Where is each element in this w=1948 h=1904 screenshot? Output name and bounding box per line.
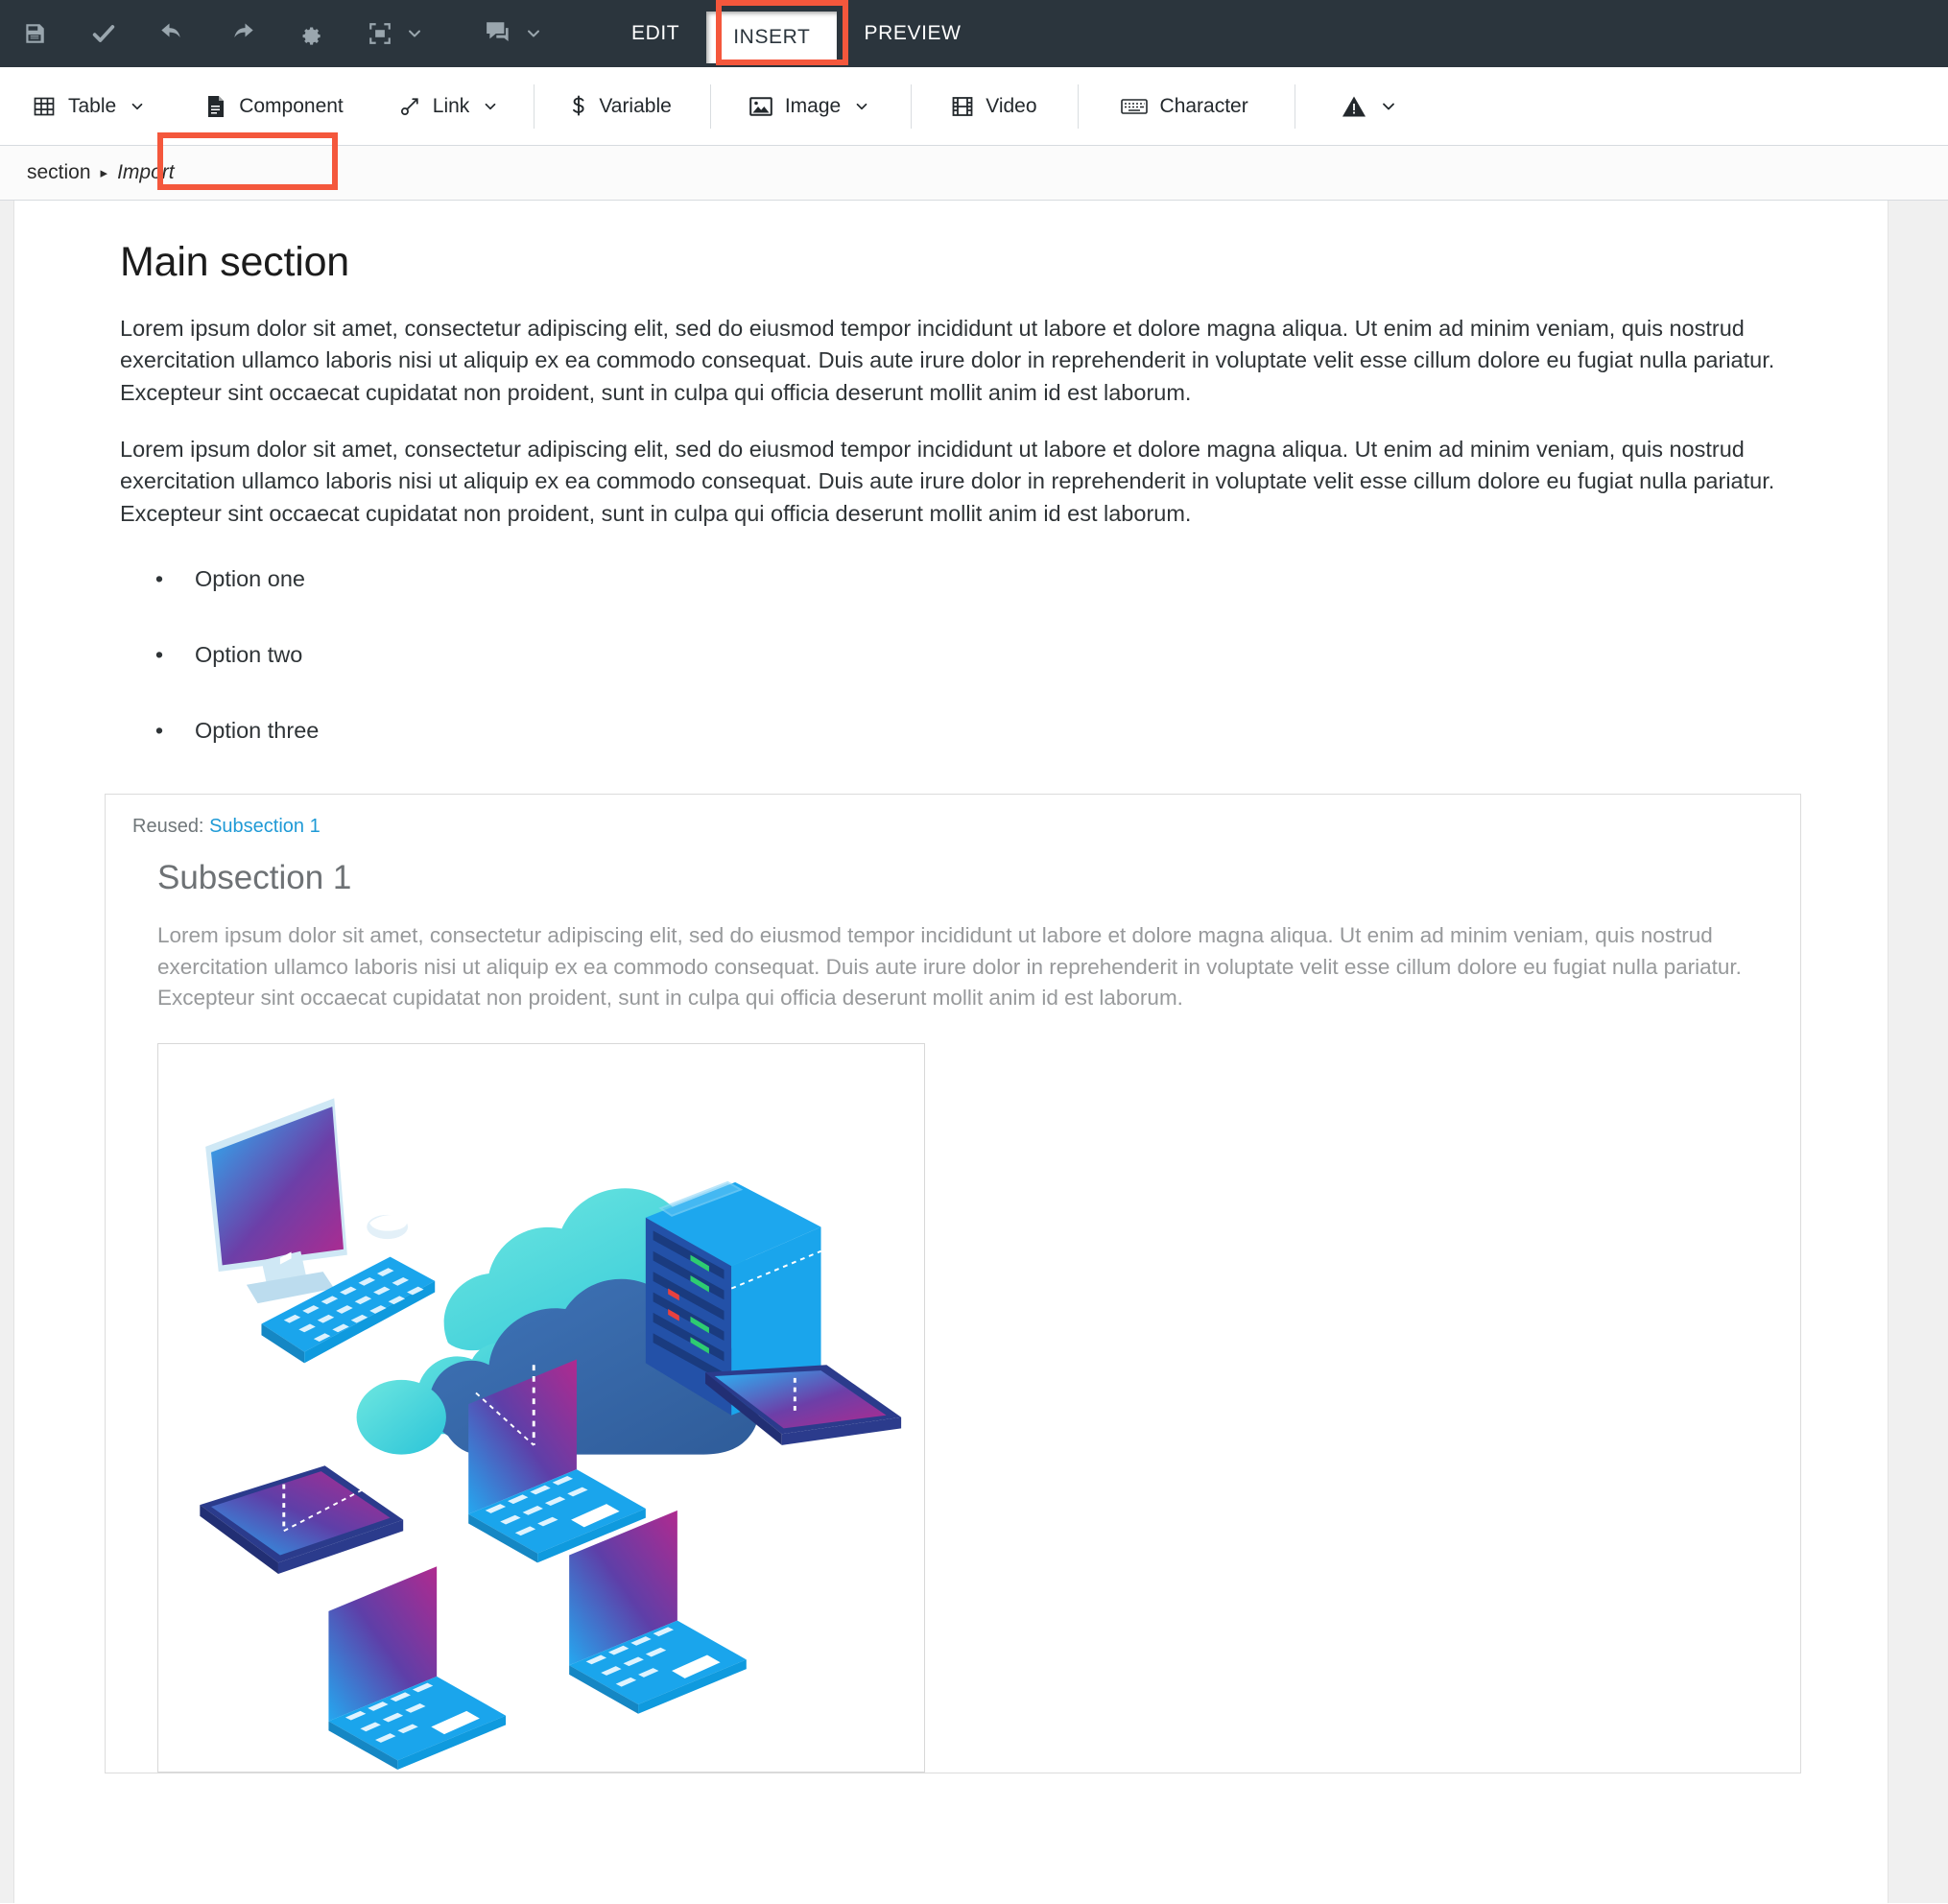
toolbar-divider bbox=[534, 83, 535, 129]
link-icon bbox=[399, 96, 420, 117]
breadcrumb-current: Import bbox=[117, 161, 175, 183]
insert-video-button[interactable]: Video bbox=[952, 67, 1037, 146]
chevron-down-icon bbox=[129, 98, 146, 115]
toolbar-divider bbox=[709, 83, 711, 129]
insert-image-label: Image bbox=[784, 94, 842, 117]
image-icon bbox=[749, 96, 772, 117]
insert-table-label: Table bbox=[68, 94, 117, 117]
bullet-glyph: • bbox=[154, 642, 164, 668]
top-toolbar: EDIT INSERT PREVIEW bbox=[0, 0, 1948, 67]
list-item: • Option two bbox=[120, 642, 1795, 668]
save-icon[interactable] bbox=[0, 0, 69, 67]
insert-toolbar: Table Component Link Variable Image Vide… bbox=[0, 67, 1948, 190]
list-item-label: Option two bbox=[195, 642, 303, 668]
subsection-paragraph: Lorem ipsum dolor sit amet, consectetur … bbox=[157, 923, 1742, 1011]
fullscreen-button[interactable] bbox=[345, 0, 430, 67]
chevron-down-icon bbox=[482, 98, 499, 115]
toolbar-divider bbox=[1077, 83, 1079, 129]
list-item-label: Option three bbox=[195, 718, 320, 744]
bullet-glyph: • bbox=[154, 718, 164, 744]
reused-prefix: Reused: bbox=[132, 816, 204, 838]
document-canvas[interactable]: Main section Lorem ipsum dolor sit amet,… bbox=[13, 201, 1889, 1903]
mouse bbox=[367, 1214, 409, 1240]
paragraph-2: Lorem ipsum dolor sit amet, consectetur … bbox=[120, 437, 1775, 526]
reused-component-link[interactable]: Subsection 1 bbox=[209, 816, 321, 837]
insert-component-label: Component bbox=[239, 94, 344, 117]
gear-icon[interactable] bbox=[276, 0, 345, 67]
list-item-label: Option one bbox=[195, 566, 305, 592]
insert-variable-button[interactable]: Variable bbox=[571, 67, 672, 146]
insert-image-button[interactable]: Image bbox=[749, 67, 870, 146]
redo-icon[interactable] bbox=[207, 0, 276, 67]
toolbar-divider bbox=[911, 83, 913, 129]
page-title: Main section bbox=[120, 239, 349, 285]
insert-video-label: Video bbox=[986, 94, 1037, 117]
subsection-title: Subsection 1 bbox=[157, 859, 352, 897]
insert-link-label: Link bbox=[432, 94, 470, 117]
tab-preview[interactable]: PREVIEW bbox=[837, 0, 987, 67]
undo-icon[interactable] bbox=[138, 0, 207, 67]
reused-label: Reused: Subsection 1 bbox=[132, 816, 1773, 838]
chevron-down-icon bbox=[405, 24, 424, 43]
chevron-down-icon bbox=[524, 24, 543, 43]
tab-insert[interactable]: INSERT bbox=[706, 12, 838, 63]
list-item: • Option one bbox=[120, 566, 1795, 592]
tab-edit[interactable]: EDIT bbox=[605, 0, 706, 67]
reused-component-card[interactable]: Reused: Subsection 1 Subsection 1 Lorem … bbox=[105, 794, 1801, 1774]
breadcrumb-root[interactable]: section bbox=[27, 161, 91, 184]
breadcrumb: section ▸ Import bbox=[0, 146, 1948, 201]
table-icon bbox=[33, 95, 56, 118]
insert-character-label: Character bbox=[1159, 94, 1248, 117]
dollar-icon bbox=[571, 94, 586, 118]
illustration-frame[interactable] bbox=[157, 1043, 925, 1773]
right-gutter bbox=[1889, 201, 1948, 1903]
list-item: • Option three bbox=[120, 718, 1795, 744]
breadcrumb-separator-icon: ▸ bbox=[100, 165, 108, 181]
chevron-down-icon bbox=[853, 98, 870, 115]
insert-table-button[interactable]: Table bbox=[33, 67, 146, 146]
editor-area: Main section Lorem ipsum dolor sit amet,… bbox=[0, 201, 1948, 1903]
comments-button[interactable] bbox=[464, 0, 549, 67]
video-icon bbox=[952, 96, 973, 117]
insert-character-button[interactable]: Character bbox=[1120, 67, 1248, 146]
check-icon[interactable] bbox=[69, 0, 138, 67]
chevron-down-icon bbox=[1379, 97, 1398, 116]
keyboard-icon bbox=[1120, 97, 1148, 116]
insert-variable-label: Variable bbox=[599, 94, 672, 117]
cloud-computing-illustration bbox=[168, 1044, 915, 1773]
paragraph-1: Lorem ipsum dolor sit amet, consectetur … bbox=[120, 316, 1775, 405]
option-list: • Option one • Option two • Option three bbox=[120, 566, 1795, 744]
insert-link-button[interactable]: Link bbox=[399, 67, 500, 146]
left-gutter bbox=[0, 201, 13, 1903]
warning-icon bbox=[1342, 95, 1366, 118]
insert-warning-button[interactable] bbox=[1342, 67, 1398, 146]
insert-component-button[interactable]: Component bbox=[205, 67, 344, 146]
mode-tabs: EDIT INSERT PREVIEW bbox=[605, 0, 988, 67]
document-icon bbox=[205, 95, 226, 118]
bullet-glyph: • bbox=[154, 566, 164, 592]
